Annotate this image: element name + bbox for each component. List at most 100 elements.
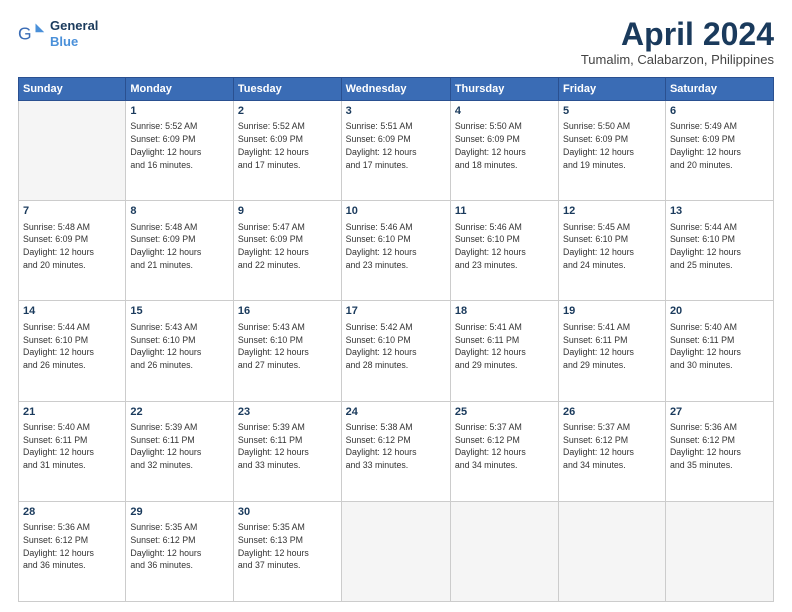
calendar-cell: 14Sunrise: 5:44 AM Sunset: 6:10 PM Dayli… <box>19 301 126 401</box>
calendar-cell: 7 Sunrise: 5:48 AM Sunset: 6:09 PM Daylig… <box>19 201 126 301</box>
calendar-cell: 10Sunrise: 5:46 AM Sunset: 6:10 PM Dayli… <box>341 201 450 301</box>
calendar-cell: 6Sunrise: 5:49 AM Sunset: 6:09 PM Daylig… <box>665 101 773 201</box>
title-section: April 2024 Tumalim, Calabarzon, Philippi… <box>581 18 774 67</box>
calendar-cell: 16 Sunrise: 5:43 AM Sunset: 6:10 PM Dayli… <box>233 301 341 401</box>
calendar-cell: 22Sunrise: 5:39 AM Sunset: 6:11 PM Dayli… <box>126 401 234 501</box>
day-number: 12 <box>563 204 661 219</box>
calendar-cell: 11Sunrise: 5:46 AM Sunset: 6:10 PM Dayli… <box>450 201 558 301</box>
day-info: Sunrise: 5:51 AM Sunset: 6:09 PM Dayligh… <box>346 120 446 171</box>
day-info: Sunrise: 5:40 AM Sunset: 6:11 PM Dayligh… <box>23 421 121 472</box>
day-info: Sunrise: 5:43 AM Sunset: 6:10 PM Dayligh… <box>130 321 229 372</box>
calendar-header-row: SundayMondayTuesdayWednesdayThursdayFrid… <box>19 78 774 101</box>
day-info: Sunrise: 5:49 AM Sunset: 6:09 PM Dayligh… <box>670 120 769 171</box>
day-number: 4 <box>455 104 554 119</box>
calendar-cell: 29Sunrise: 5:35 AM Sunset: 6:12 PM Dayli… <box>126 501 234 601</box>
day-number: 16 <box>238 304 337 319</box>
day-number: 15 <box>130 304 229 319</box>
day-number: 7 <box>23 204 121 219</box>
day-number: 8 <box>130 204 229 219</box>
header-wednesday: Wednesday <box>341 78 450 101</box>
header-friday: Friday <box>559 78 666 101</box>
day-info: Sunrise: 5:38 AM Sunset: 6:12 PM Dayligh… <box>346 421 446 472</box>
day-number: 5 <box>563 104 661 119</box>
day-number: 17 <box>346 304 446 319</box>
calendar-cell <box>341 501 450 601</box>
month-title: April 2024 <box>581 18 774 50</box>
day-number: 23 <box>238 405 337 420</box>
week-row-3: 14Sunrise: 5:44 AM Sunset: 6:10 PM Dayli… <box>19 301 774 401</box>
day-number: 21 <box>23 405 121 420</box>
day-info: Sunrise: 5:36 AM Sunset: 6:12 PM Dayligh… <box>23 521 121 572</box>
week-row-4: 21Sunrise: 5:40 AM Sunset: 6:11 PM Dayli… <box>19 401 774 501</box>
calendar-cell <box>665 501 773 601</box>
logo-icon: G <box>18 20 46 48</box>
day-number: 22 <box>130 405 229 420</box>
calendar-cell: 12Sunrise: 5:45 AM Sunset: 6:10 PM Dayli… <box>559 201 666 301</box>
week-row-1: 1Sunrise: 5:52 AM Sunset: 6:09 PM Daylig… <box>19 101 774 201</box>
logo-text: General Blue <box>50 18 98 49</box>
day-info: Sunrise: 5:35 AM Sunset: 6:12 PM Dayligh… <box>130 521 229 572</box>
day-info: Sunrise: 5:42 AM Sunset: 6:10 PM Dayligh… <box>346 321 446 372</box>
day-number: 30 <box>238 505 337 520</box>
day-number: 24 <box>346 405 446 420</box>
day-number: 6 <box>670 104 769 119</box>
day-info: Sunrise: 5:35 AM Sunset: 6:13 PM Dayligh… <box>238 521 337 572</box>
day-info: Sunrise: 5:52 AM Sunset: 6:09 PM Dayligh… <box>130 120 229 171</box>
calendar-cell: 2Sunrise: 5:52 AM Sunset: 6:09 PM Daylig… <box>233 101 341 201</box>
day-number: 26 <box>563 405 661 420</box>
day-number: 18 <box>455 304 554 319</box>
calendar-cell: 28Sunrise: 5:36 AM Sunset: 6:12 PM Dayli… <box>19 501 126 601</box>
calendar-cell: 4Sunrise: 5:50 AM Sunset: 6:09 PM Daylig… <box>450 101 558 201</box>
calendar-cell <box>450 501 558 601</box>
day-info: Sunrise: 5:40 AM Sunset: 6:11 PM Dayligh… <box>670 321 769 372</box>
day-info: Sunrise: 5:41 AM Sunset: 6:11 PM Dayligh… <box>455 321 554 372</box>
calendar-cell: 26Sunrise: 5:37 AM Sunset: 6:12 PM Dayli… <box>559 401 666 501</box>
calendar-cell: 1Sunrise: 5:52 AM Sunset: 6:09 PM Daylig… <box>126 101 234 201</box>
day-number: 11 <box>455 204 554 219</box>
day-number: 25 <box>455 405 554 420</box>
calendar-cell: 13Sunrise: 5:44 AM Sunset: 6:10 PM Dayli… <box>665 201 773 301</box>
day-number: 10 <box>346 204 446 219</box>
header-sunday: Sunday <box>19 78 126 101</box>
day-info: Sunrise: 5:39 AM Sunset: 6:11 PM Dayligh… <box>130 421 229 472</box>
calendar-cell: 9Sunrise: 5:47 AM Sunset: 6:09 PM Daylig… <box>233 201 341 301</box>
calendar-cell: 15 Sunrise: 5:43 AM Sunset: 6:10 PM Dayli… <box>126 301 234 401</box>
calendar-cell: 23Sunrise: 5:39 AM Sunset: 6:11 PM Dayli… <box>233 401 341 501</box>
calendar-cell: 20Sunrise: 5:40 AM Sunset: 6:11 PM Dayli… <box>665 301 773 401</box>
day-number: 28 <box>23 505 121 520</box>
day-info: Sunrise: 5:48 AM Sunset: 6:09 PM Dayligh… <box>130 221 229 272</box>
day-info: Sunrise: 5:47 AM Sunset: 6:09 PM Dayligh… <box>238 221 337 272</box>
calendar-cell <box>19 101 126 201</box>
day-number: 27 <box>670 405 769 420</box>
day-info: Sunrise: 5:36 AM Sunset: 6:12 PM Dayligh… <box>670 421 769 472</box>
location: Tumalim, Calabarzon, Philippines <box>581 52 774 67</box>
day-number: 1 <box>130 104 229 119</box>
calendar-cell: 5Sunrise: 5:50 AM Sunset: 6:09 PM Daylig… <box>559 101 666 201</box>
day-info: Sunrise: 5:48 AM Sunset: 6:09 PM Dayligh… <box>23 221 121 272</box>
week-row-2: 7 Sunrise: 5:48 AM Sunset: 6:09 PM Daylig… <box>19 201 774 301</box>
header-thursday: Thursday <box>450 78 558 101</box>
day-info: Sunrise: 5:50 AM Sunset: 6:09 PM Dayligh… <box>563 120 661 171</box>
day-info: Sunrise: 5:39 AM Sunset: 6:11 PM Dayligh… <box>238 421 337 472</box>
calendar-cell: 24Sunrise: 5:38 AM Sunset: 6:12 PM Dayli… <box>341 401 450 501</box>
day-info: Sunrise: 5:37 AM Sunset: 6:12 PM Dayligh… <box>563 421 661 472</box>
day-info: Sunrise: 5:43 AM Sunset: 6:10 PM Dayligh… <box>238 321 337 372</box>
day-number: 2 <box>238 104 337 119</box>
day-number: 29 <box>130 505 229 520</box>
calendar-cell <box>559 501 666 601</box>
calendar-cell: 25Sunrise: 5:37 AM Sunset: 6:12 PM Dayli… <box>450 401 558 501</box>
header-tuesday: Tuesday <box>233 78 341 101</box>
day-number: 3 <box>346 104 446 119</box>
calendar-cell: 18 Sunrise: 5:41 AM Sunset: 6:11 PM Dayli… <box>450 301 558 401</box>
week-row-5: 28Sunrise: 5:36 AM Sunset: 6:12 PM Dayli… <box>19 501 774 601</box>
header-saturday: Saturday <box>665 78 773 101</box>
page-header: G General Blue April 2024 Tumalim, Calab… <box>18 18 774 67</box>
day-number: 13 <box>670 204 769 219</box>
calendar-cell: 8 Sunrise: 5:48 AM Sunset: 6:09 PM Daylig… <box>126 201 234 301</box>
day-number: 14 <box>23 304 121 319</box>
svg-text:G: G <box>18 23 32 43</box>
calendar-cell: 27Sunrise: 5:36 AM Sunset: 6:12 PM Dayli… <box>665 401 773 501</box>
day-info: Sunrise: 5:52 AM Sunset: 6:09 PM Dayligh… <box>238 120 337 171</box>
day-number: 19 <box>563 304 661 319</box>
calendar-cell: 3Sunrise: 5:51 AM Sunset: 6:09 PM Daylig… <box>341 101 450 201</box>
